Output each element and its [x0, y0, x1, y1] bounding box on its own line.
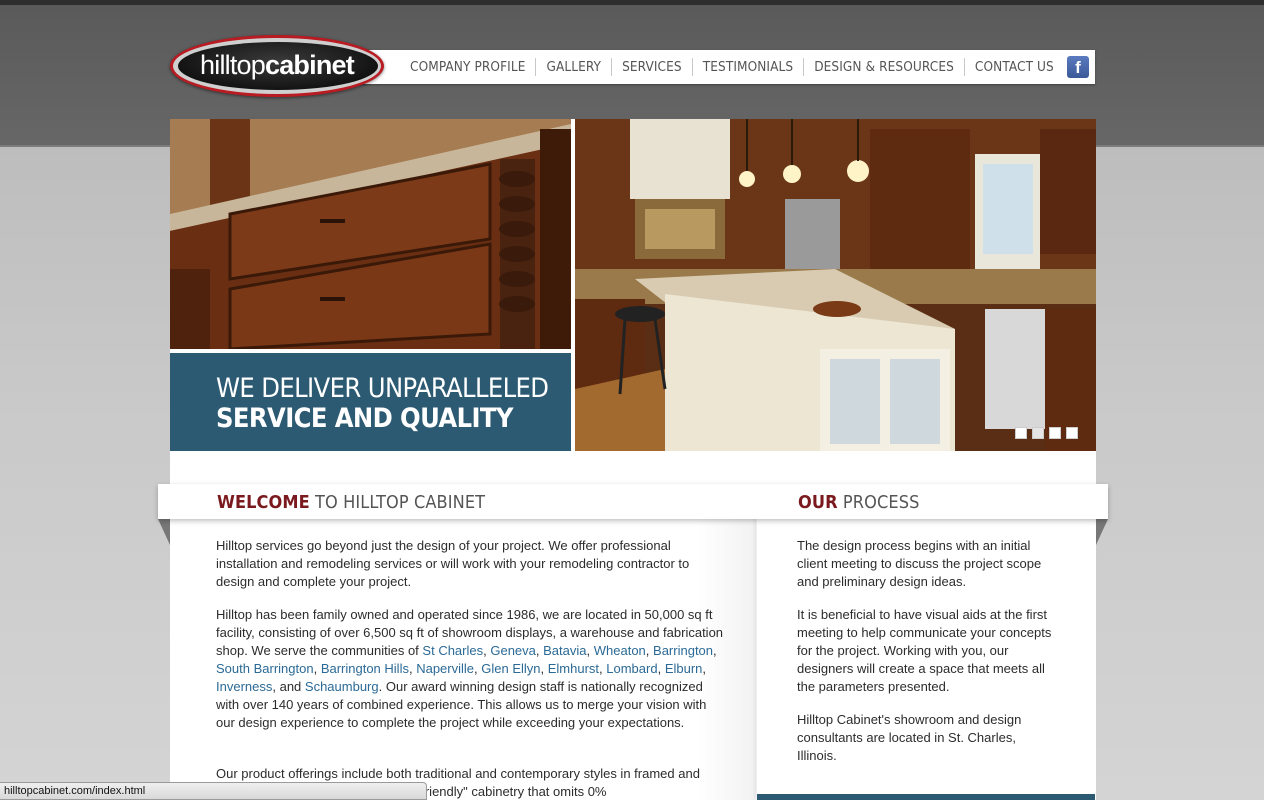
link-inverness[interactable]: Inverness — [216, 679, 272, 694]
hero-caption: WE DELIVER UNPARALLELED SERVICE AND QUAL… — [170, 353, 571, 451]
browser-status-url: hilltopcabinet.com/index.html — [0, 782, 427, 800]
kitchen-photo — [575, 119, 1096, 451]
kitchen-illustration — [575, 119, 1096, 451]
slide-indicators — [1015, 427, 1078, 439]
link-barrington-hills[interactable]: Barrington Hills — [321, 661, 409, 676]
cabinet-detail-photo — [170, 119, 571, 349]
hero-slideshow: WE DELIVER UNPARALLELED SERVICE AND QUAL… — [170, 119, 1096, 451]
link-schaumburg[interactable]: Schaumburg — [305, 679, 379, 694]
link-geneva[interactable]: Geneva — [490, 643, 536, 658]
process-paragraph-3: Hilltop Cabinet's showroom and design co… — [797, 712, 1022, 763]
nav-gallery[interactable]: GALLERY — [535, 58, 611, 76]
nav-items: COMPANY PROFILE GALLERY SERVICES TESTIMO… — [400, 50, 1064, 84]
process-heading-rest: PROCESS — [837, 492, 920, 513]
link-elburn[interactable]: Elburn — [665, 661, 703, 676]
hero-caption-line2: SERVICE AND QUALITY — [216, 403, 513, 434]
nav-contact-us[interactable]: CONTACT US — [963, 58, 1064, 76]
nav-testimonials[interactable]: TESTIMONIALS — [691, 58, 803, 76]
link-lombard[interactable]: Lombard — [606, 661, 657, 676]
welcome-heading-accent: WELCOME — [217, 492, 310, 513]
welcome-heading-rest: TO HILLTOP CABINET — [309, 492, 486, 513]
site-logo[interactable]: hilltopcabinet — [170, 35, 384, 97]
nav-design-resources[interactable]: DESIGN & RESOURCES — [803, 58, 964, 76]
logo-text-bold: cabinet — [265, 50, 355, 80]
nav-services[interactable]: SERVICES — [611, 58, 692, 76]
process-heading: OUR PROCESS — [798, 492, 920, 513]
logo-text-light: hilltop — [200, 50, 266, 80]
main-navigation: COMPANY PROFILE GALLERY SERVICES TESTIMO… — [340, 50, 1095, 84]
welcome-paragraph-1: Hilltop services go beyond just the desi… — [216, 538, 690, 589]
welcome-heading: WELCOME TO HILLTOP CABINET — [217, 492, 485, 513]
logo-text: hilltopcabinet — [170, 49, 384, 81]
link-glen-ellyn[interactable]: Glen Ellyn — [481, 661, 540, 676]
link-st-charles[interactable]: St Charles — [422, 643, 483, 658]
banner-fold-left — [158, 519, 170, 545]
banner-fold-right — [1096, 519, 1108, 545]
welcome-paragraph-2-outro: . Our award winning design staff is nati… — [216, 679, 707, 730]
slide-dot-1[interactable] — [1015, 427, 1027, 439]
link-barrington[interactable]: Barrington — [653, 643, 713, 658]
process-heading-accent: OUR — [798, 492, 838, 513]
slide-dot-4[interactable] — [1066, 427, 1078, 439]
link-elmhurst[interactable]: Elmhurst — [548, 661, 599, 676]
process-footer-bar — [757, 794, 1095, 800]
welcome-paragraph-2: Hilltop has been family owned and operat… — [216, 607, 724, 730]
nav-company-profile[interactable]: COMPANY PROFILE — [400, 58, 535, 76]
slide-dot-2[interactable] — [1032, 427, 1044, 439]
link-batavia[interactable]: Batavia — [543, 643, 586, 658]
process-paragraph-2: It is beneficial to have visual aids at … — [797, 607, 1052, 694]
hero-caption-line1: WE DELIVER UNPARALLELED — [216, 373, 549, 404]
slide-dot-3[interactable] — [1049, 427, 1061, 439]
link-south-barrington[interactable]: South Barrington — [216, 661, 314, 676]
link-wheaton[interactable]: Wheaton — [594, 643, 646, 658]
process-paragraph-1: The design process begins with an initia… — [797, 538, 1042, 589]
facebook-icon[interactable]: f — [1067, 56, 1089, 78]
link-naperville[interactable]: Naperville — [416, 661, 474, 676]
cabinet-illustration — [170, 119, 571, 349]
